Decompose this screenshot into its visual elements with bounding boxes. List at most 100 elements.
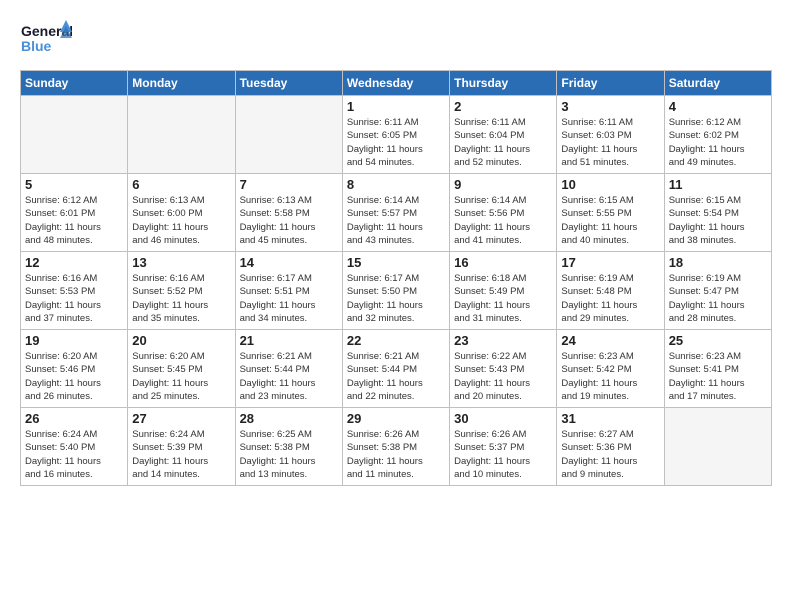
- cell-content: Sunrise: 6:17 AM Sunset: 5:50 PM Dayligh…: [347, 272, 445, 325]
- calendar-cell: 28Sunrise: 6:25 AM Sunset: 5:38 PM Dayli…: [235, 408, 342, 486]
- cell-content: Sunrise: 6:24 AM Sunset: 5:40 PM Dayligh…: [25, 428, 123, 481]
- calendar-cell: 18 Sunrise: 6:19 AM Sunset: 5:47 PM Dayli…: [664, 252, 771, 330]
- calendar-cell: 23 Sunrise: 6:22 AM Sunset: 5:43 PM Dayli…: [450, 330, 557, 408]
- cell-content: Sunrise: 6:11 AM Sunset: 6:03 PM Dayligh…: [561, 116, 659, 169]
- weekday-header: Friday: [557, 71, 664, 96]
- calendar-cell: [664, 408, 771, 486]
- weekday-header: Thursday: [450, 71, 557, 96]
- cell-content: Sunrise: 6:23 AM Sunset: 5:41 PM Dayligh…: [669, 350, 767, 403]
- cell-content: Sunrise: 6:22 AM Sunset: 5:43 PM Dayligh…: [454, 350, 552, 403]
- calendar-cell: 5 Sunrise: 6:12 AM Sunset: 6:01 PM Daylig…: [21, 174, 128, 252]
- calendar-cell: 30 Sunrise: 6:26 AM Sunset: 5:37 PM Dayli…: [450, 408, 557, 486]
- calendar-cell: 24Sunrise: 6:23 AM Sunset: 5:42 PM Dayli…: [557, 330, 664, 408]
- calendar-cell: 27 Sunrise: 6:24 AM Sunset: 5:39 PM Dayli…: [128, 408, 235, 486]
- day-number: 27: [132, 411, 230, 426]
- day-number: 5: [25, 177, 123, 192]
- calendar-cell: 16 Sunrise: 6:18 AM Sunset: 5:49 PM Dayli…: [450, 252, 557, 330]
- day-number: 20: [132, 333, 230, 348]
- calendar-cell: [128, 96, 235, 174]
- svg-text:Blue: Blue: [21, 38, 52, 54]
- logo: General Blue: [20, 18, 72, 58]
- cell-content: Sunrise: 6:16 AM Sunset: 5:53 PM Dayligh…: [25, 272, 123, 325]
- calendar-cell: 25Sunrise: 6:23 AM Sunset: 5:41 PM Dayli…: [664, 330, 771, 408]
- calendar-cell: 13 Sunrise: 6:16 AM Sunset: 5:52 PM Dayli…: [128, 252, 235, 330]
- day-number: 17: [561, 255, 659, 270]
- day-number: 6: [132, 177, 230, 192]
- day-number: 4: [669, 99, 767, 114]
- day-number: 29: [347, 411, 445, 426]
- page: General Blue SundayMondayTuesdayWednesda…: [0, 0, 792, 612]
- cell-content: Sunrise: 6:13 AM Sunset: 6:00 PM Dayligh…: [132, 194, 230, 247]
- calendar-cell: 15 Sunrise: 6:17 AM Sunset: 5:50 PM Dayli…: [342, 252, 449, 330]
- day-number: 3: [561, 99, 659, 114]
- calendar-cell: 11Sunrise: 6:15 AM Sunset: 5:54 PM Dayli…: [664, 174, 771, 252]
- cell-content: Sunrise: 6:20 AM Sunset: 5:45 PM Dayligh…: [132, 350, 230, 403]
- cell-content: Sunrise: 6:26 AM Sunset: 5:38 PM Dayligh…: [347, 428, 445, 481]
- calendar-cell: [21, 96, 128, 174]
- calendar-week-row: 26 Sunrise: 6:24 AM Sunset: 5:40 PM Dayli…: [21, 408, 772, 486]
- day-number: 31: [561, 411, 659, 426]
- calendar-cell: 3 Sunrise: 6:11 AM Sunset: 6:03 PM Daylig…: [557, 96, 664, 174]
- calendar-cell: 1 Sunrise: 6:11 AM Sunset: 6:05 PM Daylig…: [342, 96, 449, 174]
- cell-content: Sunrise: 6:14 AM Sunset: 5:57 PM Dayligh…: [347, 194, 445, 247]
- day-number: 13: [132, 255, 230, 270]
- header: General Blue: [20, 18, 772, 58]
- day-number: 18: [669, 255, 767, 270]
- weekday-header: Wednesday: [342, 71, 449, 96]
- calendar-cell: [235, 96, 342, 174]
- weekday-header: Saturday: [664, 71, 771, 96]
- calendar-cell: 10Sunrise: 6:15 AM Sunset: 5:55 PM Dayli…: [557, 174, 664, 252]
- day-number: 16: [454, 255, 552, 270]
- calendar-cell: 4 Sunrise: 6:12 AM Sunset: 6:02 PM Daylig…: [664, 96, 771, 174]
- cell-content: Sunrise: 6:11 AM Sunset: 6:04 PM Dayligh…: [454, 116, 552, 169]
- calendar-cell: 8Sunrise: 6:14 AM Sunset: 5:57 PM Daylig…: [342, 174, 449, 252]
- day-number: 21: [240, 333, 338, 348]
- cell-content: Sunrise: 6:26 AM Sunset: 5:37 PM Dayligh…: [454, 428, 552, 481]
- cell-content: Sunrise: 6:25 AM Sunset: 5:38 PM Dayligh…: [240, 428, 338, 481]
- weekday-header: Tuesday: [235, 71, 342, 96]
- day-number: 10: [561, 177, 659, 192]
- calendar-week-row: 1 Sunrise: 6:11 AM Sunset: 6:05 PM Daylig…: [21, 96, 772, 174]
- day-number: 15: [347, 255, 445, 270]
- calendar-cell: 2 Sunrise: 6:11 AM Sunset: 6:04 PM Daylig…: [450, 96, 557, 174]
- cell-content: Sunrise: 6:20 AM Sunset: 5:46 PM Dayligh…: [25, 350, 123, 403]
- day-number: 19: [25, 333, 123, 348]
- cell-content: Sunrise: 6:19 AM Sunset: 5:48 PM Dayligh…: [561, 272, 659, 325]
- weekday-header: Sunday: [21, 71, 128, 96]
- day-number: 24: [561, 333, 659, 348]
- cell-content: Sunrise: 6:13 AM Sunset: 5:58 PM Dayligh…: [240, 194, 338, 247]
- cell-content: Sunrise: 6:18 AM Sunset: 5:49 PM Dayligh…: [454, 272, 552, 325]
- calendar-cell: 29 Sunrise: 6:26 AM Sunset: 5:38 PM Dayli…: [342, 408, 449, 486]
- cell-content: Sunrise: 6:14 AM Sunset: 5:56 PM Dayligh…: [454, 194, 552, 247]
- cell-content: Sunrise: 6:11 AM Sunset: 6:05 PM Dayligh…: [347, 116, 445, 169]
- day-number: 22: [347, 333, 445, 348]
- cell-content: Sunrise: 6:16 AM Sunset: 5:52 PM Dayligh…: [132, 272, 230, 325]
- day-number: 11: [669, 177, 767, 192]
- calendar-cell: 9Sunrise: 6:14 AM Sunset: 5:56 PM Daylig…: [450, 174, 557, 252]
- calendar-week-row: 5 Sunrise: 6:12 AM Sunset: 6:01 PM Daylig…: [21, 174, 772, 252]
- day-number: 30: [454, 411, 552, 426]
- day-number: 14: [240, 255, 338, 270]
- calendar-cell: 17 Sunrise: 6:19 AM Sunset: 5:48 PM Dayli…: [557, 252, 664, 330]
- logo-icon: General Blue: [20, 18, 72, 58]
- calendar-week-row: 19 Sunrise: 6:20 AM Sunset: 5:46 PM Dayli…: [21, 330, 772, 408]
- cell-content: Sunrise: 6:19 AM Sunset: 5:47 PM Dayligh…: [669, 272, 767, 325]
- cell-content: Sunrise: 6:24 AM Sunset: 5:39 PM Dayligh…: [132, 428, 230, 481]
- day-number: 1: [347, 99, 445, 114]
- calendar-cell: 31 Sunrise: 6:27 AM Sunset: 5:36 PM Dayli…: [557, 408, 664, 486]
- calendar-cell: 12 Sunrise: 6:16 AM Sunset: 5:53 PM Dayli…: [21, 252, 128, 330]
- day-number: 2: [454, 99, 552, 114]
- cell-content: Sunrise: 6:27 AM Sunset: 5:36 PM Dayligh…: [561, 428, 659, 481]
- cell-content: Sunrise: 6:12 AM Sunset: 6:02 PM Dayligh…: [669, 116, 767, 169]
- cell-content: Sunrise: 6:12 AM Sunset: 6:01 PM Dayligh…: [25, 194, 123, 247]
- calendar-cell: 19 Sunrise: 6:20 AM Sunset: 5:46 PM Dayli…: [21, 330, 128, 408]
- calendar-cell: 14Sunrise: 6:17 AM Sunset: 5:51 PM Dayli…: [235, 252, 342, 330]
- calendar-cell: 7 Sunrise: 6:13 AM Sunset: 5:58 PM Daylig…: [235, 174, 342, 252]
- calendar-cell: 6 Sunrise: 6:13 AM Sunset: 6:00 PM Daylig…: [128, 174, 235, 252]
- day-number: 23: [454, 333, 552, 348]
- day-number: 12: [25, 255, 123, 270]
- day-number: 7: [240, 177, 338, 192]
- day-number: 26: [25, 411, 123, 426]
- cell-content: Sunrise: 6:21 AM Sunset: 5:44 PM Dayligh…: [347, 350, 445, 403]
- cell-content: Sunrise: 6:21 AM Sunset: 5:44 PM Dayligh…: [240, 350, 338, 403]
